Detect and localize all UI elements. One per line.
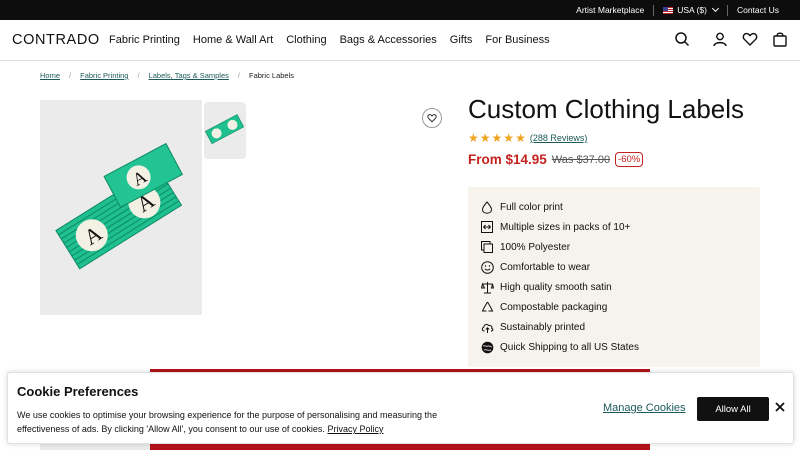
scales-icon xyxy=(480,280,494,294)
cookie-title: Cookie Preferences xyxy=(17,384,139,399)
main-nav: CONTRADO Fabric Printing Home & Wall Art… xyxy=(0,20,800,61)
feature-item: High quality smooth satin xyxy=(480,277,760,297)
cookie-banner: Cookie Preferences We use cookies to opt… xyxy=(7,372,794,444)
breadcrumb-current: Fabric Labels xyxy=(248,71,295,80)
feature-item: Sustainably printed xyxy=(480,317,760,337)
breadcrumb-fabric-printing[interactable]: Fabric Printing xyxy=(80,71,128,80)
logo[interactable]: CONTRADO xyxy=(12,32,100,48)
feature-item: Quick Shipping to all US States xyxy=(480,337,760,357)
region-label: USA ($) xyxy=(677,5,707,15)
search-icon[interactable] xyxy=(674,31,690,47)
close-icon[interactable] xyxy=(773,400,787,414)
bag-icon[interactable] xyxy=(772,31,788,47)
feature-item: Comfortable to wear xyxy=(480,257,760,277)
product-main-image[interactable]: A A A xyxy=(40,100,202,315)
globe-icon xyxy=(480,340,494,354)
product-title: Custom Clothing Labels xyxy=(468,94,745,124)
feature-label: Quick Shipping to all US States xyxy=(500,341,639,353)
was-price: Was $37.00 xyxy=(551,153,611,166)
price-row: From $14.95 Was $37.00 -60% xyxy=(468,152,644,167)
breadcrumb: Home / Fabric Printing / Labels, Tags & … xyxy=(40,71,294,80)
chevron-down-icon xyxy=(711,4,719,13)
feature-item: Full color print xyxy=(480,197,760,217)
account-icon[interactable] xyxy=(712,31,728,47)
star-icon: ★ xyxy=(503,131,515,145)
feature-item: Multiple sizes in packs of 10+ xyxy=(480,217,760,237)
smile-icon xyxy=(480,260,494,274)
contact-us-link[interactable]: Contact Us xyxy=(728,5,788,15)
nav-menu: Fabric Printing Home & Wall Art Clothing… xyxy=(109,34,563,46)
nav-item-fabric-printing[interactable]: Fabric Printing xyxy=(109,34,180,46)
feature-label: 100% Polyester xyxy=(500,241,571,253)
region-selector[interactable]: USA ($) xyxy=(654,4,727,15)
heart-icon[interactable] xyxy=(742,31,758,47)
cloud-upload-icon xyxy=(480,320,494,334)
layers-icon xyxy=(480,240,494,254)
nav-item-for-business[interactable]: For Business xyxy=(485,34,549,46)
feature-item: Compostable packaging xyxy=(480,297,760,317)
breadcrumb-separator: / xyxy=(237,71,240,80)
drop-icon xyxy=(480,200,494,214)
breadcrumb-separator: / xyxy=(137,71,140,80)
star-icon: ★ xyxy=(468,131,479,145)
feature-label: Multiple sizes in packs of 10+ xyxy=(500,221,631,233)
nav-item-gifts[interactable]: Gifts xyxy=(450,34,473,46)
feature-label: Sustainably printed xyxy=(500,321,586,333)
feature-label: Compostable packaging xyxy=(500,301,608,313)
star-icon: ★ xyxy=(479,131,491,145)
heart-icon xyxy=(427,114,437,123)
star-icon: ★ xyxy=(491,131,503,145)
artist-marketplace-link[interactable]: Artist Marketplace xyxy=(567,5,653,15)
product-thumbnail[interactable] xyxy=(204,102,246,159)
current-price: From $14.95 xyxy=(468,152,547,167)
breadcrumb-labels-tags-samples[interactable]: Labels, Tags & Samples xyxy=(149,71,229,80)
nav-item-bags-accessories[interactable]: Bags & Accessories xyxy=(340,34,437,46)
nav-item-clothing[interactable]: Clothing xyxy=(286,34,326,46)
discount-badge: -60% xyxy=(615,152,644,167)
top-bar: Artist Marketplace USA ($) Contact Us xyxy=(0,0,800,20)
feature-label: High quality smooth satin xyxy=(500,281,612,293)
wishlist-button[interactable] xyxy=(422,108,442,128)
recycle-icon xyxy=(480,300,494,314)
resize-icon xyxy=(480,220,494,234)
us-flag-icon xyxy=(663,6,674,14)
features-panel: Full color print Multiple sizes in packs… xyxy=(468,187,760,367)
star-icon: ★ xyxy=(515,131,526,145)
feature-label: Full color print xyxy=(500,201,563,213)
nav-item-home-wall-art[interactable]: Home & Wall Art xyxy=(193,34,273,46)
reviews-link[interactable]: (288 Reviews) xyxy=(530,133,588,143)
cookie-text: We use cookies to optimise your browsing… xyxy=(17,408,487,436)
allow-all-button[interactable]: Allow All xyxy=(697,397,769,421)
breadcrumb-separator: / xyxy=(69,71,72,80)
breadcrumb-home[interactable]: Home xyxy=(40,71,60,80)
feature-item: 100% Polyester xyxy=(480,237,760,257)
product-rating: ★ ★ ★ ★ ★ (288 Reviews) xyxy=(468,132,587,144)
feature-label: Comfortable to wear xyxy=(500,261,591,273)
manage-cookies-link[interactable]: Manage Cookies xyxy=(603,402,686,414)
nav-icons xyxy=(674,31,788,47)
privacy-policy-link[interactable]: Privacy Policy xyxy=(327,424,383,434)
